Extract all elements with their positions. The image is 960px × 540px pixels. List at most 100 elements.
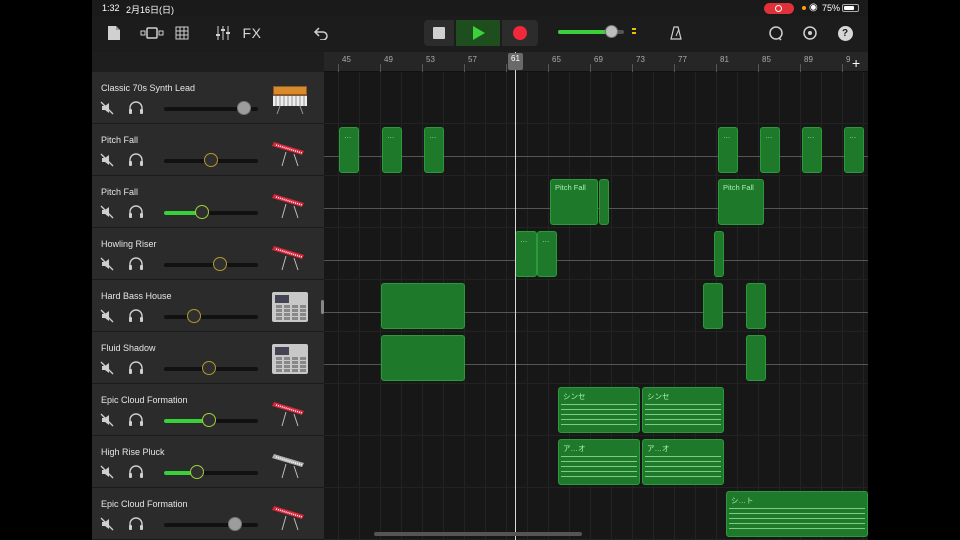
home-indicator[interactable] <box>374 532 582 536</box>
region[interactable]: … <box>515 231 537 277</box>
track-volume-knob[interactable] <box>194 205 209 219</box>
region[interactable]: … <box>844 127 864 173</box>
headphones-icon[interactable] <box>128 413 144 427</box>
region[interactable]: … <box>424 127 444 173</box>
playhead[interactable] <box>515 52 516 540</box>
mute-icon[interactable] <box>100 465 114 479</box>
region[interactable]: … <box>537 231 557 277</box>
mute-icon[interactable] <box>100 153 114 167</box>
track-volume-knob[interactable] <box>189 465 204 479</box>
document-icon[interactable] <box>104 22 124 44</box>
track-lane[interactable] <box>324 124 868 176</box>
track-volume-slider[interactable] <box>164 361 258 375</box>
track-volume-slider[interactable] <box>164 101 258 115</box>
help-icon[interactable]: ? <box>836 22 854 44</box>
track-header[interactable]: Classic 70s Synth Lead <box>92 72 324 124</box>
red-keyboard-icon[interactable] <box>270 130 310 170</box>
track-volume-slider[interactable] <box>164 205 258 219</box>
region[interactable] <box>599 179 609 225</box>
playhead-handle[interactable]: 61 <box>508 53 523 70</box>
track-volume-slider[interactable] <box>164 465 258 479</box>
track-volume-knob[interactable] <box>187 309 202 323</box>
region[interactable] <box>381 283 465 329</box>
track-volume-knob[interactable] <box>204 153 218 167</box>
track-header[interactable]: High Rise Pluck <box>92 436 324 488</box>
headphones-icon[interactable] <box>128 205 144 219</box>
headphones-icon[interactable] <box>128 465 144 479</box>
region[interactable]: シンセ <box>642 387 724 433</box>
ruler[interactable]: 45 49 53 57 61 65 69 73 77 81 85 89 9 <box>324 52 868 72</box>
track-header[interactable]: Hard Bass House <box>92 280 324 332</box>
track-header[interactable]: Fluid Shadow <box>92 332 324 384</box>
master-volume-knob[interactable] <box>605 25 619 38</box>
mute-icon[interactable] <box>100 101 114 115</box>
region[interactable]: ア…オ <box>642 439 724 485</box>
region[interactable]: ア…オ <box>558 439 640 485</box>
track-volume-slider[interactable] <box>164 517 258 531</box>
track-volume-knob[interactable] <box>213 257 228 271</box>
headphones-icon[interactable] <box>128 309 144 323</box>
add-section-button[interactable]: + <box>852 55 860 71</box>
undo-icon[interactable] <box>310 22 332 44</box>
silver-keyboard-icon[interactable] <box>270 442 310 482</box>
headphones-icon[interactable] <box>128 257 144 271</box>
drum-machine-icon[interactable] <box>270 286 310 326</box>
region[interactable]: Pitch Fall <box>550 179 598 225</box>
red-keyboard-icon[interactable] <box>270 234 310 274</box>
headphones-icon[interactable] <box>128 517 144 531</box>
region[interactable]: … <box>382 127 402 173</box>
tracks-timeline[interactable]: 45 49 53 57 61 65 69 73 77 81 85 89 9 … … … … … … … Pitch F… <box>324 52 868 540</box>
region[interactable] <box>703 283 723 329</box>
track-volume-knob[interactable] <box>227 517 242 531</box>
mute-icon[interactable] <box>100 413 114 427</box>
synth-keyboard-icon[interactable] <box>270 78 310 118</box>
region[interactable]: … <box>802 127 822 173</box>
red-keyboard-icon[interactable] <box>270 390 310 430</box>
record-button[interactable] <box>502 20 538 46</box>
headphones-icon[interactable] <box>128 361 144 375</box>
track-header[interactable]: Pitch Fall <box>92 124 324 176</box>
fx-button[interactable]: FX <box>240 22 264 44</box>
region[interactable]: … <box>760 127 780 173</box>
mute-icon[interactable] <box>100 309 114 323</box>
track-header[interactable]: Pitch Fall <box>92 176 324 228</box>
track-volume-slider[interactable] <box>164 257 258 271</box>
red-keyboard-icon[interactable] <box>270 494 310 534</box>
mute-icon[interactable] <box>100 257 114 271</box>
track-volume-slider[interactable] <box>164 309 258 323</box>
region[interactable] <box>714 231 724 277</box>
mute-icon[interactable] <box>100 361 114 375</box>
track-header[interactable]: Epic Cloud Formation <box>92 384 324 436</box>
loop-icon[interactable] <box>766 22 786 44</box>
track-lane[interactable] <box>324 72 868 124</box>
play-button[interactable] <box>456 20 500 46</box>
track-volume-knob[interactable] <box>236 101 251 115</box>
region[interactable]: Pitch Fall <box>718 179 764 225</box>
view-toggle-icon[interactable] <box>138 22 166 44</box>
red-keyboard-icon[interactable] <box>270 182 310 222</box>
stop-button[interactable] <box>424 20 454 46</box>
region[interactable]: … <box>339 127 359 173</box>
mixer-icon[interactable] <box>212 22 234 44</box>
region[interactable] <box>746 283 766 329</box>
region[interactable] <box>746 335 766 381</box>
track-volume-slider[interactable] <box>164 413 258 427</box>
region[interactable]: シンセ <box>558 387 640 433</box>
track-lane[interactable] <box>324 228 868 280</box>
headphones-icon[interactable] <box>128 153 144 167</box>
track-header[interactable]: Howling Riser <box>92 228 324 280</box>
settings-icon[interactable] <box>800 22 820 44</box>
screen-recording-icon[interactable] <box>764 3 794 14</box>
mute-icon[interactable] <box>100 517 114 531</box>
region[interactable] <box>381 335 465 381</box>
track-header[interactable]: Epic Cloud Formation <box>92 488 324 540</box>
grid-icon[interactable] <box>172 22 192 44</box>
region[interactable]: シ…ト <box>726 491 868 537</box>
region[interactable]: … <box>718 127 738 173</box>
track-volume-knob[interactable] <box>202 361 217 375</box>
headphones-icon[interactable] <box>128 101 144 115</box>
track-volume-slider[interactable] <box>164 153 258 167</box>
mute-icon[interactable] <box>100 205 114 219</box>
drum-machine-icon[interactable] <box>270 338 310 378</box>
track-volume-knob[interactable] <box>202 413 217 427</box>
